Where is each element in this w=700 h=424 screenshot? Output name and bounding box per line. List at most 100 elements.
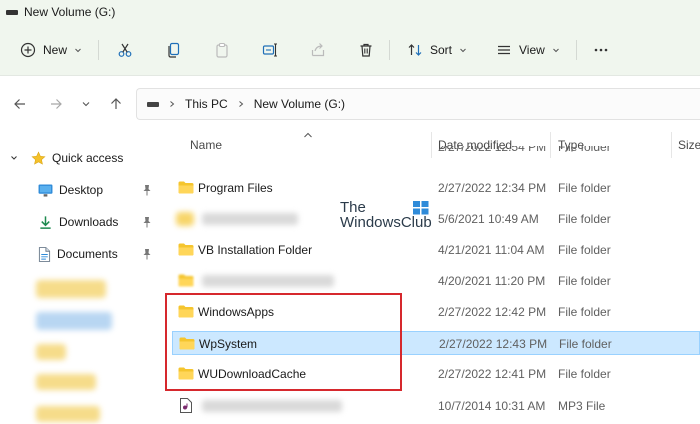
nav-desktop[interactable]: Desktop — [0, 178, 160, 202]
new-button-label: New — [43, 43, 68, 57]
copy-button[interactable] — [166, 38, 182, 62]
folder-icon — [178, 243, 194, 256]
copy-icon — [168, 42, 180, 58]
redacted-nav-item — [36, 406, 100, 422]
breadcrumb-current-drive[interactable]: New Volume (G:) — [254, 97, 345, 111]
pin-icon[interactable] — [142, 184, 152, 196]
table-row[interactable]: Program Files 2/27/2022 12:34 PM File fo… — [172, 176, 700, 200]
sort-button[interactable]: Sort — [407, 38, 467, 62]
address-bar[interactable]: This PC New Volume (G:) — [136, 88, 700, 120]
chevron-right-icon — [168, 100, 176, 108]
share-icon — [311, 43, 325, 57]
sort-icon — [408, 44, 422, 56]
table-row[interactable]: 2/27/2022 12:54 PM File folder — [172, 146, 700, 158]
sort-ascending-icon — [304, 132, 312, 138]
paste-icon — [216, 42, 228, 58]
redacted-file-name — [202, 275, 334, 287]
file-date: 2/27/2022 12:41 PM — [438, 367, 547, 381]
file-type: File folder — [558, 243, 611, 257]
file-type: File folder — [558, 367, 611, 381]
table-row[interactable]: 4/20/2021 11:20 PM File folder — [172, 269, 700, 293]
rename-button[interactable] — [262, 38, 278, 62]
table-row[interactable]: VB Installation Folder 4/21/2021 11:04 A… — [172, 238, 700, 262]
table-row[interactable]: 10/7/2014 10:31 AM MP3 File — [172, 394, 700, 418]
download-icon — [40, 215, 51, 229]
chevron-down-icon — [460, 48, 466, 53]
share-button[interactable] — [310, 38, 326, 62]
star-icon — [31, 150, 46, 165]
redacted-nav-item — [36, 312, 112, 330]
file-date: 10/7/2014 10:31 AM — [438, 399, 546, 413]
drive-icon — [147, 101, 159, 107]
toolbar-divider — [98, 40, 99, 60]
arrow-up-icon — [111, 98, 121, 109]
toolbar-divider — [576, 40, 577, 60]
file-type: File folder — [558, 212, 611, 226]
rename-icon — [262, 43, 277, 57]
recent-locations-button[interactable] — [76, 94, 96, 114]
file-type: File folder — [558, 305, 611, 319]
file-date: 2/27/2022 12:42 PM — [438, 305, 547, 319]
file-name: VB Installation Folder — [198, 243, 313, 257]
folder-icon — [178, 274, 194, 287]
file-type: File folder — [558, 274, 611, 288]
nav-quick-access[interactable]: Quick access — [0, 146, 160, 170]
window-title: New Volume (G:) — [24, 5, 116, 19]
annotation-highlight-box — [165, 293, 402, 391]
file-type: File folder — [558, 146, 611, 154]
chevron-down-icon — [75, 48, 81, 53]
file-date: 2/27/2022 12:54 PM — [438, 146, 547, 154]
file-date: 5/6/2021 10:49 AM — [438, 212, 539, 226]
plus-circle-icon — [20, 42, 36, 58]
chevron-down-icon — [552, 48, 559, 53]
forward-button[interactable] — [46, 94, 66, 114]
pin-icon[interactable] — [142, 216, 152, 228]
view-list-icon — [498, 45, 510, 55]
view-button-label: View — [519, 43, 545, 57]
desktop-icon — [38, 183, 53, 197]
file-name: Program Files — [198, 181, 273, 195]
redacted-file-name — [202, 213, 298, 225]
nav-documents[interactable]: Documents — [0, 242, 160, 266]
delete-button[interactable] — [358, 38, 374, 62]
view-button[interactable]: View — [496, 38, 560, 62]
paste-button[interactable] — [214, 38, 230, 62]
file-type: File folder — [558, 181, 611, 195]
redacted-file-name — [202, 400, 342, 412]
arrow-left-icon — [14, 99, 25, 109]
toolbar-divider — [389, 40, 390, 60]
redacted-nav-item — [36, 374, 96, 390]
more-options-button[interactable] — [593, 38, 609, 62]
nav-quick-access-label: Quick access — [52, 151, 124, 165]
watermark-line-2: WindowsClub — [340, 214, 432, 231]
nav-downloads-label: Downloads — [59, 215, 119, 229]
up-button[interactable] — [106, 94, 126, 114]
more-dots-icon — [594, 48, 608, 52]
windows-club-logo-icon — [413, 201, 429, 215]
drive-icon — [6, 9, 18, 15]
breadcrumb-this-pc[interactable]: This PC — [185, 97, 228, 111]
audio-file-icon — [180, 398, 192, 413]
sort-button-label: Sort — [430, 43, 453, 57]
cut-button[interactable] — [117, 38, 133, 62]
nav-downloads[interactable]: Downloads — [0, 210, 160, 234]
chevron-down-icon — [11, 156, 17, 160]
back-button[interactable] — [10, 94, 30, 114]
file-date: 2/27/2022 12:43 PM — [439, 337, 548, 351]
command-bar: New Sort View — [0, 24, 700, 76]
redacted-folder-icon — [176, 212, 194, 226]
document-icon — [38, 246, 51, 262]
chevron-down-icon — [82, 102, 90, 107]
title-bar: New Volume (G:) — [0, 0, 700, 24]
file-type: MP3 File — [558, 399, 606, 413]
trash-icon — [360, 43, 372, 57]
redacted-nav-item — [36, 280, 106, 298]
new-button[interactable]: New — [20, 38, 82, 62]
pin-icon[interactable] — [142, 248, 152, 260]
file-date: 2/27/2022 12:34 PM — [438, 181, 547, 195]
file-type: File folder — [559, 337, 612, 351]
arrow-right-icon — [51, 99, 62, 109]
folder-icon — [178, 181, 194, 194]
chevron-right-icon — [237, 100, 245, 108]
nav-documents-label: Documents — [57, 247, 118, 261]
